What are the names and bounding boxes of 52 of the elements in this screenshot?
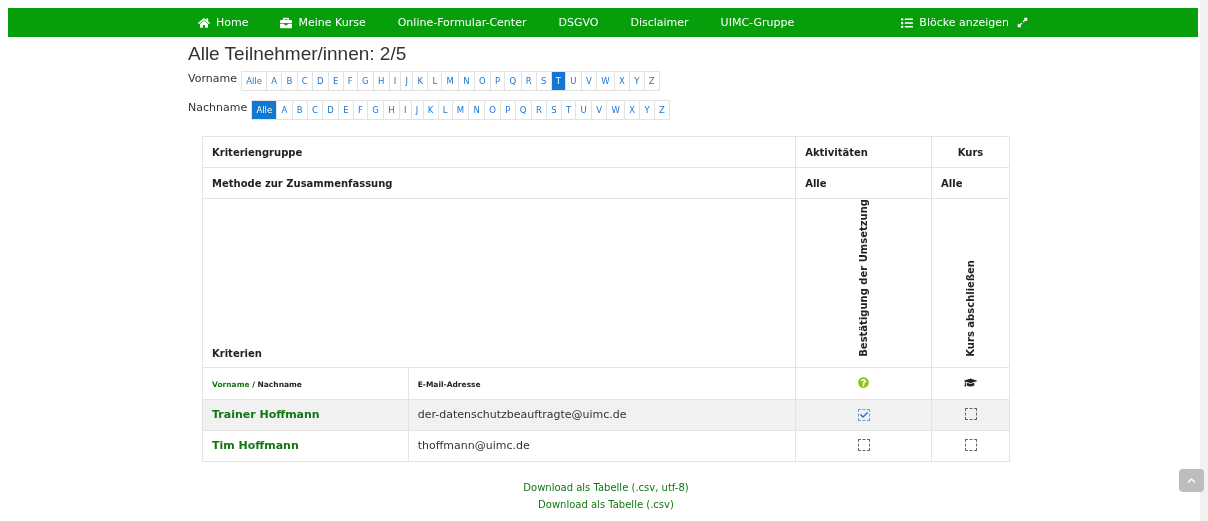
- letter-filter[interactable]: U: [565, 71, 582, 91]
- row-header: Methode zur Zusammenfassung: [212, 177, 393, 189]
- nav-link[interactable]: Meine Kurse: [280, 16, 366, 29]
- nav-link[interactable]: Home: [198, 16, 249, 29]
- download-link[interactable]: Download als Tabelle (.csv, utf-8): [523, 481, 689, 493]
- letter-filter[interactable]: V: [591, 100, 608, 120]
- row-header: Kriterien: [212, 347, 262, 359]
- letter-filter[interactable]: W: [606, 100, 625, 120]
- table-cell: Alle: [941, 177, 963, 189]
- letter-filter[interactable]: Y: [639, 100, 655, 120]
- list-icon: [901, 16, 914, 29]
- download-link[interactable]: Download als Tabelle (.csv): [538, 498, 674, 510]
- letter-filter[interactable]: A: [266, 71, 283, 91]
- completion-checkbox[interactable]: [964, 407, 977, 420]
- expand-icon[interactable]: [1017, 17, 1028, 28]
- nav-link[interactable]: UIMC-Gruppe: [720, 16, 795, 29]
- filter-label: Vorname: [188, 71, 237, 85]
- completion-checkbox[interactable]: [964, 438, 977, 451]
- show-blocks-link[interactable]: Blöcke anzeigen: [901, 16, 1009, 29]
- nav-link[interactable]: Online-Formular-Center: [397, 16, 527, 29]
- filter-label: Nachname: [188, 100, 248, 114]
- column-header: Kurs: [957, 146, 984, 158]
- column-header: Kurs abschließen: [965, 260, 977, 357]
- help-icon[interactable]: [858, 376, 870, 388]
- row-header: Kriteriengruppe: [212, 146, 303, 158]
- nav-link[interactable]: Disclaimer: [630, 16, 689, 29]
- briefcase-icon: [280, 16, 293, 29]
- participant-name[interactable]: Tim Hoffmann: [212, 439, 299, 453]
- letter-filter[interactable]: B: [281, 71, 298, 91]
- letter-filter[interactable]: Alle: [251, 100, 278, 120]
- letter-filter[interactable]: G: [367, 100, 384, 120]
- table-cell: Alle: [805, 177, 827, 189]
- letter-filter[interactable]: A: [276, 100, 293, 120]
- letter-filter[interactable]: S: [546, 100, 562, 120]
- chevron-up-icon: [1187, 476, 1196, 485]
- column-header: Bestätigung der Umsetzung: [858, 199, 870, 357]
- column-header: Aktivitäten: [805, 146, 868, 158]
- letter-filter[interactable]: P: [500, 100, 516, 120]
- letter-filter[interactable]: N: [458, 71, 475, 91]
- home-icon: [198, 16, 210, 29]
- letter-filter[interactable]: Alle: [240, 71, 268, 91]
- email-cell: thoffmann@uimc.de: [417, 439, 530, 453]
- completion-checkbox[interactable]: [857, 408, 870, 421]
- page-title: Alle Teilnehmer/innen: 2/5: [188, 43, 408, 65]
- completion-checkbox[interactable]: [857, 438, 870, 451]
- letter-filter[interactable]: Q: [504, 71, 522, 91]
- scrollbar[interactable]: [1200, 0, 1208, 521]
- letter-filter[interactable]: E: [338, 100, 354, 120]
- nav-link[interactable]: DSGVO: [558, 16, 599, 29]
- letter-filter[interactable]: K: [412, 71, 429, 91]
- letter-filter[interactable]: M: [441, 71, 460, 91]
- email-cell: der-datenschutzbeauftragte@uimc.de: [417, 408, 627, 422]
